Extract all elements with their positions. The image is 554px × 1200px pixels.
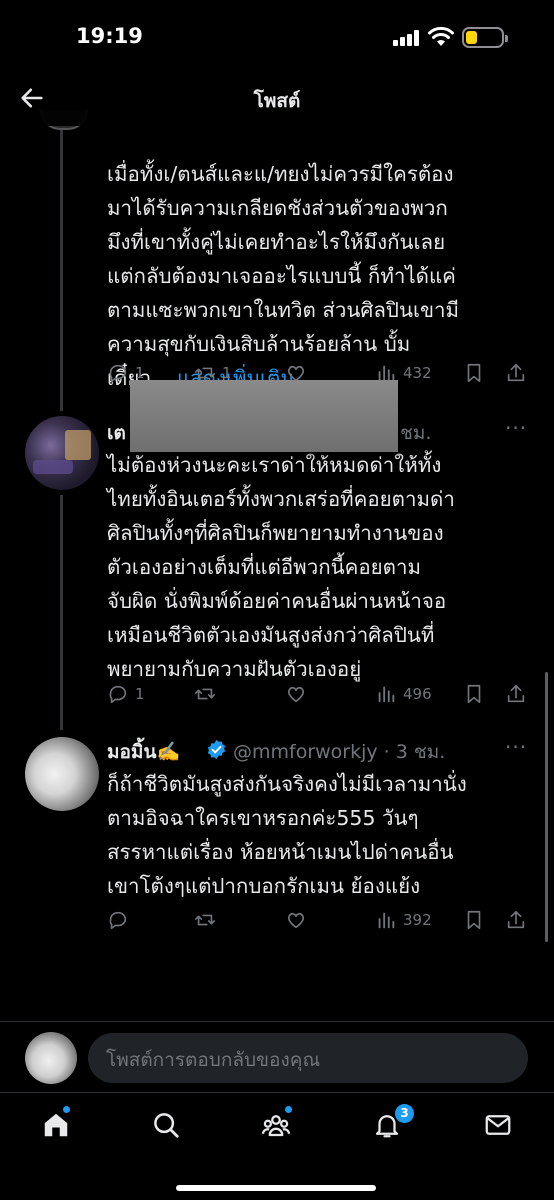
thread-line bbox=[60, 495, 63, 730]
author-name[interactable]: มอมิ้น✍️ bbox=[107, 737, 180, 767]
more-options-icon[interactable]: ··· bbox=[505, 735, 527, 759]
share-button[interactable] bbox=[505, 907, 527, 933]
repost-button[interactable] bbox=[194, 681, 216, 707]
scrollbar[interactable] bbox=[545, 672, 548, 942]
reply-button[interactable]: 1 bbox=[107, 681, 145, 707]
status-time: 19:19 bbox=[76, 24, 143, 48]
avatar[interactable] bbox=[25, 737, 99, 811]
tweet-body: เมื่อทั้งเ/ตนส์และแ/ทยงไม่ควรมีใครต้อง ม… bbox=[107, 123, 537, 395]
tweet-time: ชม. bbox=[400, 422, 432, 444]
avatar[interactable] bbox=[25, 416, 99, 490]
reply-icon bbox=[109, 911, 127, 930]
repost-icon bbox=[195, 914, 215, 926]
wifi-icon bbox=[428, 26, 454, 46]
share-icon bbox=[507, 684, 525, 703]
home-indicator bbox=[176, 1185, 376, 1191]
views-icon bbox=[378, 912, 395, 929]
like-button[interactable] bbox=[285, 681, 307, 707]
bookmark-icon bbox=[467, 684, 481, 704]
reply-placeholder: โพสต์การตอบกลับของคุณ bbox=[106, 1049, 321, 1071]
view-count: 496 bbox=[403, 685, 432, 703]
my-avatar bbox=[25, 1032, 77, 1084]
share-button[interactable] bbox=[505, 681, 527, 707]
search-icon[interactable] bbox=[151, 1110, 181, 1140]
tweet-actions: 1 496 bbox=[107, 681, 527, 707]
reply-icon bbox=[109, 685, 127, 704]
battery-icon bbox=[462, 27, 508, 48]
bookmark-icon bbox=[467, 363, 481, 383]
communities-unread-dot bbox=[285, 1106, 292, 1113]
share-button[interactable] bbox=[505, 360, 527, 386]
share-icon bbox=[507, 363, 525, 382]
author-name[interactable]: เต bbox=[107, 418, 126, 448]
verified-badge-icon bbox=[207, 739, 226, 760]
tweet-body: ไม่ต้องห่วงนะคะเราด่าให้หมดด่าให้ทั้ง ไท… bbox=[107, 453, 455, 681]
divider bbox=[0, 1021, 554, 1022]
signal-icon bbox=[393, 30, 421, 46]
communities-icon[interactable] bbox=[261, 1110, 291, 1140]
redaction-box bbox=[130, 380, 398, 452]
views-button[interactable]: 496 bbox=[375, 681, 432, 707]
reply-button[interactable] bbox=[107, 907, 129, 933]
messages-icon[interactable] bbox=[483, 1110, 513, 1140]
bookmark-button[interactable] bbox=[463, 360, 485, 386]
repost-button[interactable] bbox=[194, 907, 216, 933]
share-icon bbox=[507, 910, 525, 929]
tweet-body: ก็ถ้าชีวิตมันสูงส่งกันจริงคงไม่มีเวลามาน… bbox=[107, 772, 467, 898]
tweet-actions: 392 bbox=[107, 907, 527, 933]
reply-icon bbox=[109, 364, 127, 383]
page-title: โพสต์ bbox=[253, 90, 301, 112]
heart-icon bbox=[287, 686, 305, 703]
more-options-icon[interactable]: ··· bbox=[505, 416, 527, 440]
top-nav: โพสต์ bbox=[0, 70, 554, 126]
bookmark-icon bbox=[467, 910, 481, 930]
reply-input[interactable]: โพสต์การตอบกลับของคุณ bbox=[88, 1033, 528, 1083]
view-count: 392 bbox=[403, 911, 432, 929]
views-button[interactable]: 392 bbox=[375, 907, 432, 933]
tweet-text: เมื่อทั้งเ/ตนส์และแ/ทยงไม่ควรมีใครต้อง ม… bbox=[107, 162, 460, 390]
thread-line bbox=[60, 126, 63, 411]
bookmark-button[interactable] bbox=[463, 907, 485, 933]
bottom-tab-bar bbox=[0, 1092, 554, 1200]
author-handle[interactable]: @mmforworkjy · 3 ชม. bbox=[233, 737, 445, 767]
repost-icon bbox=[195, 688, 215, 700]
bookmark-button[interactable] bbox=[463, 681, 485, 707]
reply-count: 1 bbox=[135, 685, 145, 703]
status-bar: 19:19 bbox=[0, 0, 554, 70]
home-unread-dot bbox=[63, 1106, 70, 1113]
home-icon[interactable] bbox=[41, 1110, 71, 1140]
heart-icon bbox=[287, 912, 305, 929]
view-count: 432 bbox=[403, 364, 432, 382]
like-button[interactable] bbox=[285, 907, 307, 933]
views-icon bbox=[378, 686, 395, 703]
notification-badge: 3 bbox=[395, 1104, 414, 1123]
